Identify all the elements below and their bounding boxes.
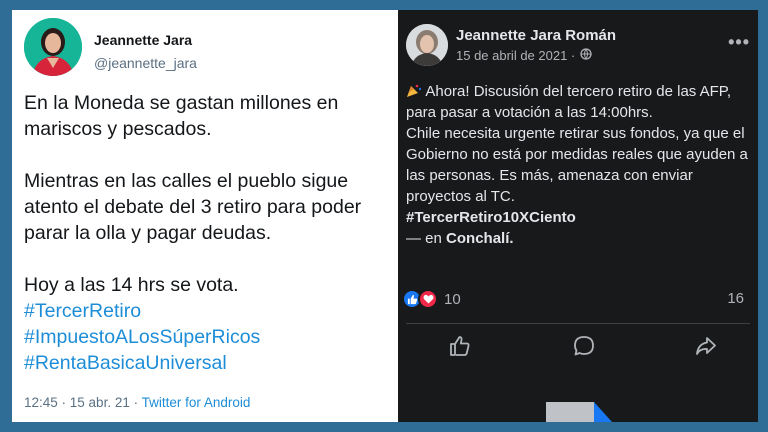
tweet-meta: 12:45 · 15 abr. 21 · Twitter for Android <box>24 395 250 410</box>
like-button[interactable] <box>440 328 480 368</box>
facebook-hashtag-link[interactable]: #TercerRetiro10XCiento <box>406 207 756 228</box>
post-text-1: Ahora! Discusión del tercero retiro de l… <box>406 83 732 121</box>
love-reaction-icon <box>418 289 438 309</box>
tweet-paragraph-1: En la Moneda se gastan millones en maris… <box>24 92 339 140</box>
twitter-display-name[interactable]: Jeannette Jara <box>94 32 192 48</box>
facebook-post-body: Ahora! Discusión del tercero retiro de l… <box>406 81 756 249</box>
tweet-body: En la Moneda se gastan millones en maris… <box>24 90 394 376</box>
party-popper-icon <box>406 83 422 100</box>
hashtag-link[interactable]: #ImpuestoALosSúperRicos <box>24 324 394 350</box>
more-options-button[interactable]: ••• <box>728 32 750 53</box>
tweet-paragraph-3: Hoy a las 14 hrs se vota. <box>24 274 239 296</box>
reactions-count: 10 <box>444 290 461 308</box>
tweet-source-link[interactable]: Twitter for Android <box>142 395 251 410</box>
hashtag-link[interactable]: #TercerRetiro <box>24 298 394 324</box>
partial-image <box>546 402 594 422</box>
hashtag-link[interactable]: #RentaBasicaUniversal <box>24 350 394 376</box>
twitter-handle[interactable]: @jeannette_jara <box>94 55 197 71</box>
tweet-paragraph-2: Mientras en las calles el pueblo sigue a… <box>24 170 362 244</box>
comment-button[interactable] <box>564 328 604 368</box>
facebook-post: Jeannette Jara Román 15 de abril de 2021… <box>398 10 758 422</box>
post-location: — en Conchalí. <box>406 228 756 249</box>
facebook-display-name[interactable]: Jeannette Jara Román <box>456 27 616 44</box>
share-button[interactable] <box>686 328 726 368</box>
twitter-avatar[interactable] <box>24 18 82 76</box>
twitter-post: Jeannette Jara @jeannette_jara En la Mon… <box>12 10 398 422</box>
actions-divider <box>406 323 750 324</box>
share-arrow-icon <box>695 335 717 362</box>
comment-bubble-icon <box>573 335 595 362</box>
reactions-summary[interactable]: 10 <box>402 288 461 310</box>
post-date-text[interactable]: 15 de abril de 2021 · <box>456 48 575 63</box>
facebook-avatar[interactable] <box>406 24 448 66</box>
post-line-1: Ahora! Discusión del tercero retiro de l… <box>406 81 756 123</box>
comments-count[interactable]: 16 <box>727 290 744 307</box>
location-prefix: — en <box>406 230 447 247</box>
location-link[interactable]: Conchalí. <box>446 230 514 247</box>
tweet-timestamp[interactable]: 12:45 · 15 abr. 21 · <box>24 395 142 410</box>
thumbs-up-icon <box>449 335 471 362</box>
facebook-post-date: 15 de abril de 2021 · <box>456 48 592 63</box>
globe-icon <box>580 48 592 63</box>
post-line-2: Chile necesita urgente retirar sus fondo… <box>406 125 748 205</box>
